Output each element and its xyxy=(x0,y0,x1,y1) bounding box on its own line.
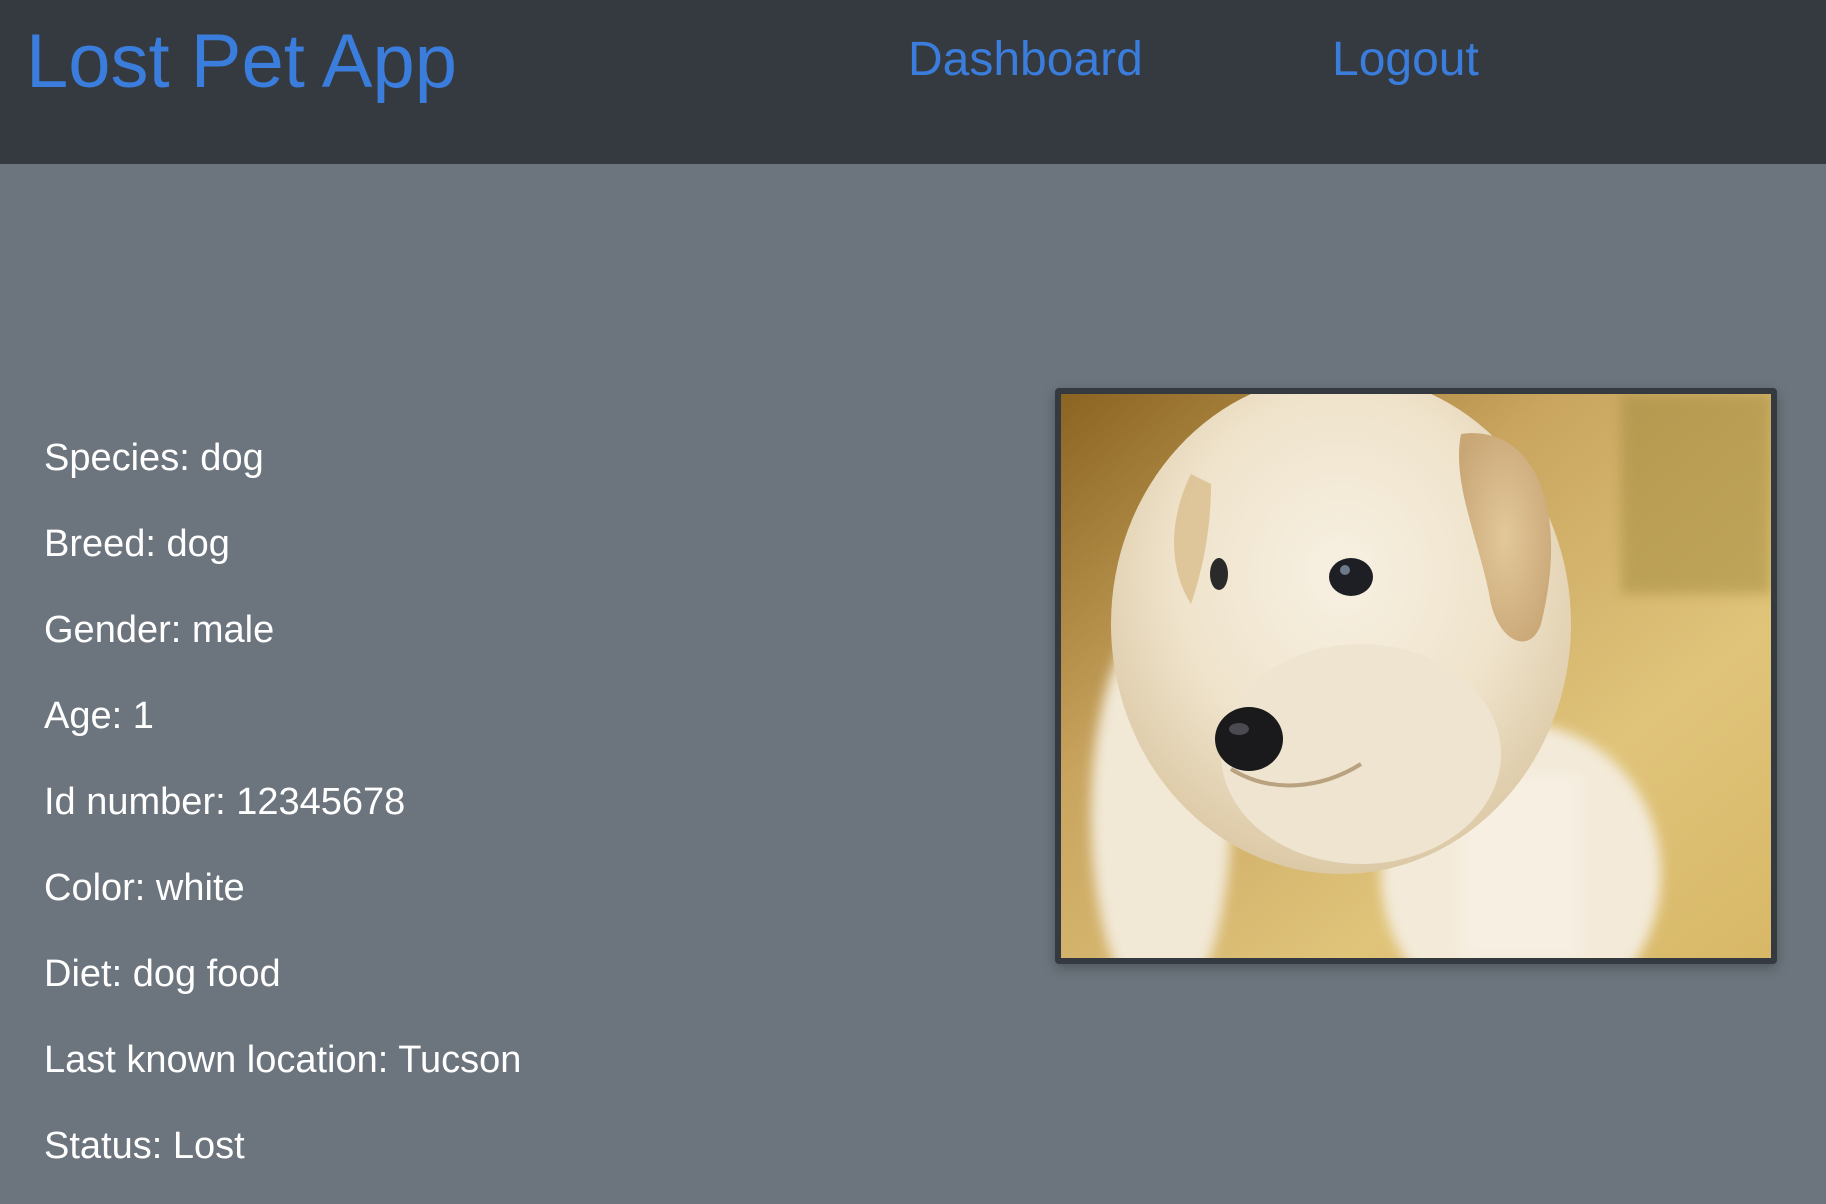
gender-field: Gender: male xyxy=(44,609,275,651)
pet-details-list: Species: dog Breed: dog Gender: male Age… xyxy=(44,430,944,1204)
puppy-image xyxy=(1061,394,1771,958)
age-field: Age: 1 xyxy=(44,695,154,737)
brand-link[interactable]: Lost Pet App xyxy=(26,16,457,108)
breed-field: Breed: dog xyxy=(44,523,230,565)
diet-field: Diet: dog food xyxy=(44,953,281,995)
nav-dashboard-link[interactable]: Dashboard xyxy=(908,30,1143,90)
status-field: Status: Lost xyxy=(44,1125,245,1167)
species-field: Species: dog xyxy=(44,437,264,479)
pet-photo xyxy=(1055,388,1777,964)
color-field: Color: white xyxy=(44,867,245,909)
id-number-field: Id number: 12345678 xyxy=(44,781,406,823)
last-known-location-field: Last known location: Tucson xyxy=(44,1039,522,1081)
nav-logout-link[interactable]: Logout xyxy=(1332,30,1479,90)
top-navbar: Lost Pet App Dashboard Logout xyxy=(0,0,1826,164)
